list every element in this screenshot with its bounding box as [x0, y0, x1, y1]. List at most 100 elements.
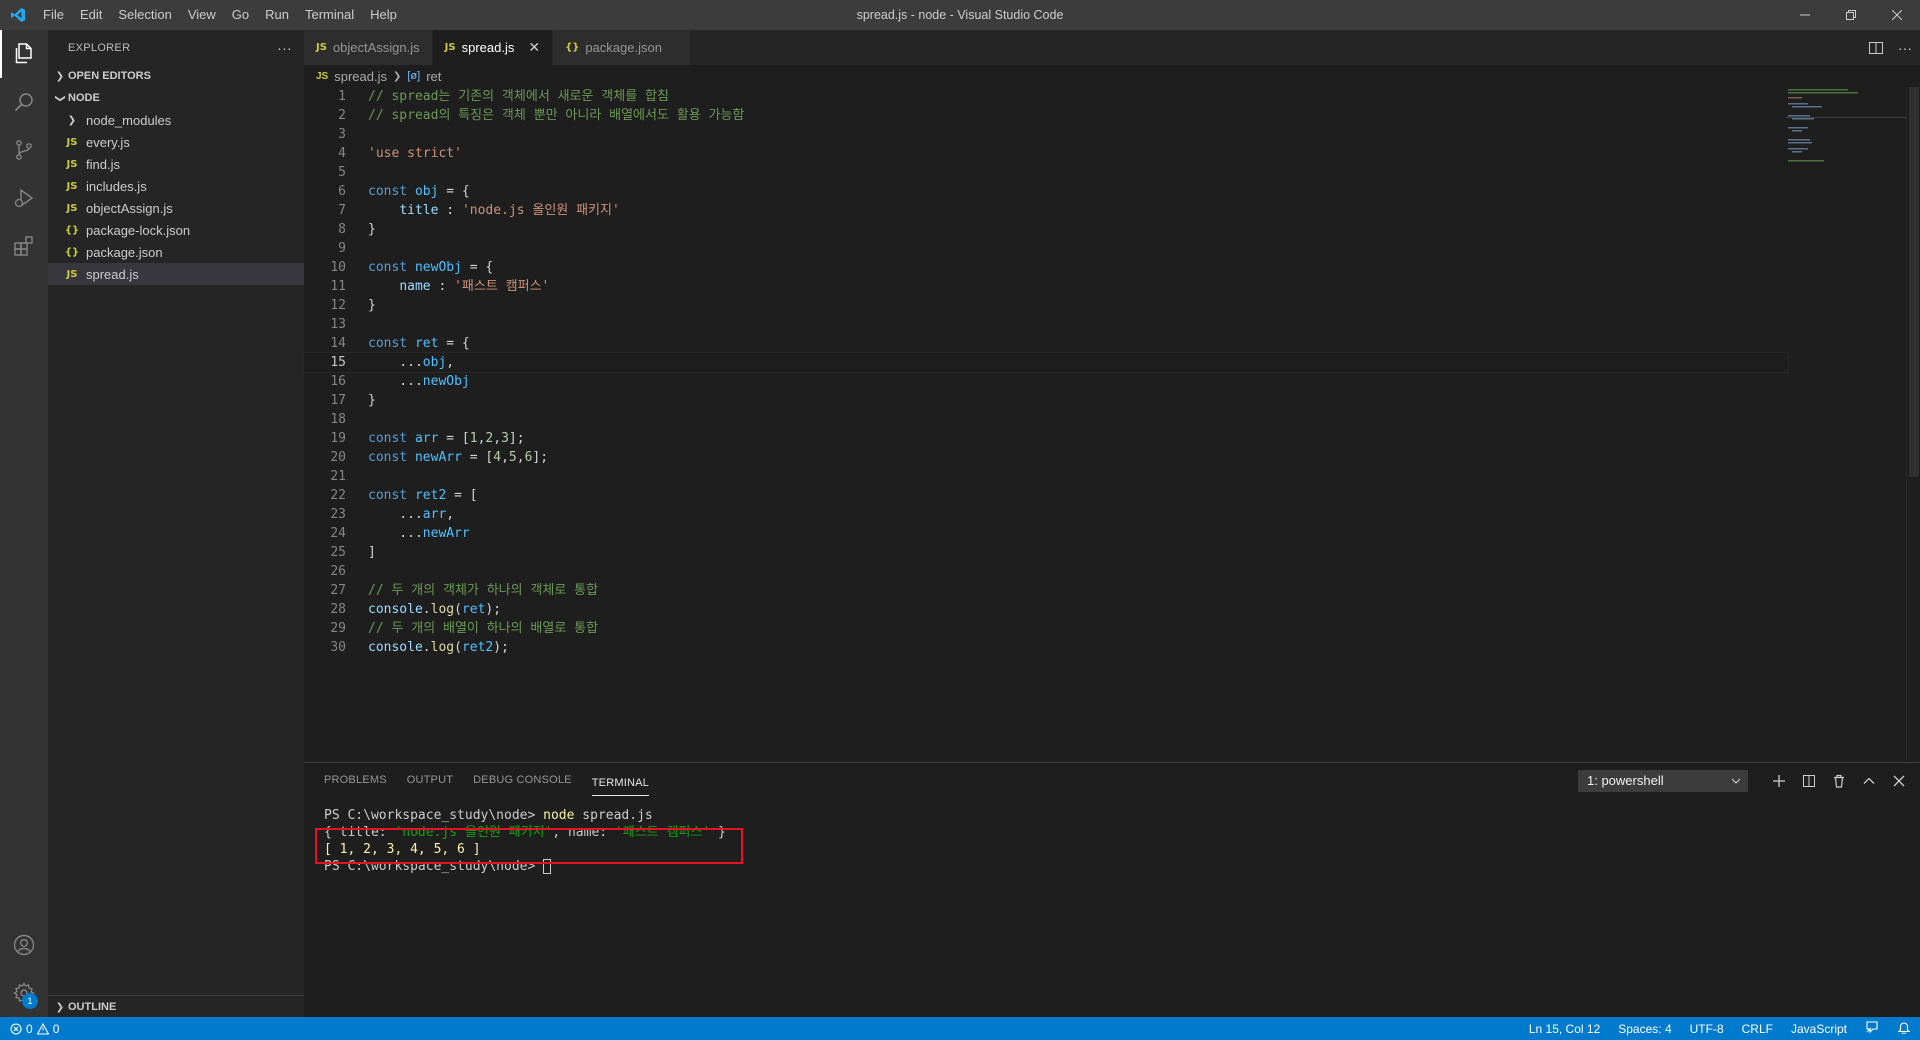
line-number: 15 — [330, 355, 346, 370]
search-activity[interactable] — [0, 78, 48, 126]
code-line[interactable]: 24 ...newArr — [304, 524, 1788, 543]
extensions-activity[interactable] — [0, 222, 48, 270]
split-editor-icon[interactable] — [1868, 40, 1884, 56]
code-line[interactable]: 29 // 두 개의 배열이 하나의 배열로 통합 — [304, 619, 1788, 638]
code-line[interactable]: 19 const arr = [1,2,3]; — [304, 429, 1788, 448]
tree-item-every-js[interactable]: JS every.js — [48, 131, 304, 153]
code-line[interactable]: 26 — [304, 562, 1788, 581]
code-editor[interactable]: 1 // spread는 기존의 객체에서 새로운 객체를 합침 2 // sprea… — [303, 87, 1789, 762]
code-line[interactable]: 25] — [304, 543, 1788, 562]
menu-edit[interactable]: Edit — [72, 0, 110, 30]
explorer-sidebar: EXPLORER ··· ❯ OPEN EDITORS ❯ NODE ❯ nod… — [48, 30, 304, 1017]
trash-icon[interactable] — [1832, 774, 1846, 788]
code-line[interactable]: 13 — [304, 315, 1788, 334]
menu-run[interactable]: Run — [257, 0, 297, 30]
menu-terminal[interactable]: Terminal — [297, 0, 362, 30]
tree-item-package-lock-json[interactable]: {} package-lock.json — [48, 219, 304, 241]
tab-label: objectAssign.js — [332, 40, 420, 55]
line-number: 17 — [330, 393, 346, 408]
menu-bar: File Edit Selection View Go Run Terminal… — [35, 0, 405, 30]
menu-view[interactable]: View — [180, 0, 224, 30]
code-line[interactable]: 11 name : '패스트 캠퍼스' — [304, 277, 1788, 296]
code-token: ]; — [532, 450, 549, 465]
source-control-activity[interactable] — [0, 126, 48, 174]
minimize-button[interactable] — [1782, 0, 1828, 30]
code-line[interactable]: 16 ...newObj — [304, 372, 1788, 391]
code-line[interactable]: 5 — [304, 163, 1788, 182]
code-line[interactable]: 17} — [304, 391, 1788, 410]
menu-selection[interactable]: Selection — [110, 0, 179, 30]
tab-objectassign-js[interactable]: JS objectAssign.js — [304, 30, 433, 65]
code-token: name — [399, 279, 431, 294]
tree-item-objectassign-js[interactable]: JS objectAssign.js — [48, 197, 304, 219]
code-line[interactable]: 6 const obj = { — [304, 182, 1788, 201]
tree-item-includes-js[interactable]: JS includes.js — [48, 175, 304, 197]
code-line[interactable]: 27 // 두 개의 객체가 하나의 객체로 통합 — [304, 581, 1788, 600]
node-folder-section[interactable]: ❯ NODE — [48, 87, 304, 109]
code-line[interactable]: 10 const newObj = { — [304, 258, 1788, 277]
code-line[interactable]: 1 // spread는 기존의 객체에서 새로운 객체를 합침 — [304, 87, 1788, 106]
breadcrumb-file[interactable]: spread.js — [334, 69, 387, 84]
tab-debug-console[interactable]: DEBUG CONSOLE — [473, 763, 572, 798]
code-line[interactable]: 22 const ret2 = [ — [304, 486, 1788, 505]
line-number: 9 — [338, 241, 346, 256]
code-line[interactable]: 3 — [304, 125, 1788, 144]
language-mode[interactable]: JavaScript — [1782, 1022, 1856, 1036]
minimap[interactable] — [1786, 87, 1906, 167]
tab-output[interactable]: OUTPUT — [407, 763, 453, 798]
menu-file[interactable]: File — [35, 0, 72, 30]
code-line[interactable]: 14 const ret = { — [304, 334, 1788, 353]
bell-icon[interactable] — [1888, 1020, 1920, 1037]
outline-header[interactable]: ❯ OUTLINE — [48, 996, 304, 1018]
code-line[interactable]: 21 — [304, 467, 1788, 486]
encoding[interactable]: UTF-8 — [1681, 1022, 1733, 1036]
restore-button[interactable] — [1828, 0, 1874, 30]
tree-item-package-json[interactable]: {} package.json — [48, 241, 304, 263]
code-line[interactable]: 9 — [304, 239, 1788, 258]
editor-tabs: JS objectAssign.js JS spread.js ✕ {} pac… — [304, 30, 1920, 65]
terminal-select[interactable]: 1: powershell — [1578, 769, 1748, 792]
tab-spread-js[interactable]: JS spread.js ✕ — [432, 30, 554, 65]
accounts-activity[interactable] — [0, 921, 48, 969]
more-actions-button[interactable]: ··· — [277, 40, 292, 56]
feedback-icon[interactable] — [1856, 1020, 1888, 1037]
code-line[interactable]: 23 ...arr, — [304, 505, 1788, 524]
code-line[interactable]: 12} — [304, 296, 1788, 315]
tree-item-node-modules[interactable]: ❯ node_modules — [48, 109, 304, 131]
scrollbar-thumb[interactable] — [1909, 87, 1919, 477]
problems-status[interactable]: 0 0 — [0, 1022, 59, 1036]
new-terminal-icon[interactable] — [1772, 774, 1786, 788]
js-file-icon: JS — [66, 268, 78, 280]
code-line[interactable]: 7 title : 'node.js 올인원 패키지' — [304, 201, 1788, 220]
close-panel-icon[interactable] — [1892, 774, 1906, 788]
run-debug-activity[interactable] — [0, 174, 48, 222]
tree-item-spread-js[interactable]: JS spread.js — [48, 263, 304, 285]
code-line[interactable]: 28 console.log(ret); — [304, 600, 1788, 619]
editor-scrollbar[interactable] — [1906, 87, 1920, 762]
tree-item-find-js[interactable]: JS find.js — [48, 153, 304, 175]
maximize-panel-icon[interactable] — [1862, 774, 1876, 788]
code-line[interactable]: 18 — [304, 410, 1788, 429]
close-window-button[interactable] — [1874, 0, 1920, 30]
tab-terminal[interactable]: TERMINAL — [591, 770, 649, 796]
manage-activity[interactable]: 1 — [0, 969, 48, 1017]
end-of-line[interactable]: CRLF — [1733, 1022, 1782, 1036]
cursor-position[interactable]: Ln 15, Col 12 — [1520, 1022, 1609, 1036]
menu-help[interactable]: Help — [362, 0, 405, 30]
code-line[interactable]: 30 console.log(ret2); — [304, 638, 1788, 657]
code-line[interactable]: 2 // spread의 특징은 객체 뿐만 아니라 배열에서도 활용 가능함 — [304, 106, 1788, 125]
menu-go[interactable]: Go — [224, 0, 257, 30]
open-editors-section[interactable]: ❯ OPEN EDITORS — [48, 65, 304, 87]
breadcrumb-symbol[interactable]: ret — [426, 69, 441, 84]
code-line[interactable]: 4 'use strict' — [304, 144, 1788, 163]
code-line[interactable]: 20 const newArr = [4,5,6]; — [304, 448, 1788, 467]
more-actions-icon[interactable]: ··· — [1898, 40, 1912, 56]
split-terminal-icon[interactable] — [1802, 774, 1816, 788]
tab-package-json[interactable]: {} package.json — [553, 30, 691, 65]
code-line[interactable]: 15 ...obj, — [303, 352, 1789, 373]
explorer-activity[interactable] — [0, 30, 48, 78]
code-line[interactable]: 8} — [304, 220, 1788, 239]
close-tab-icon[interactable]: ✕ — [528, 39, 540, 56]
tab-problems[interactable]: PROBLEMS — [324, 763, 387, 798]
indentation[interactable]: Spaces: 4 — [1609, 1022, 1680, 1036]
